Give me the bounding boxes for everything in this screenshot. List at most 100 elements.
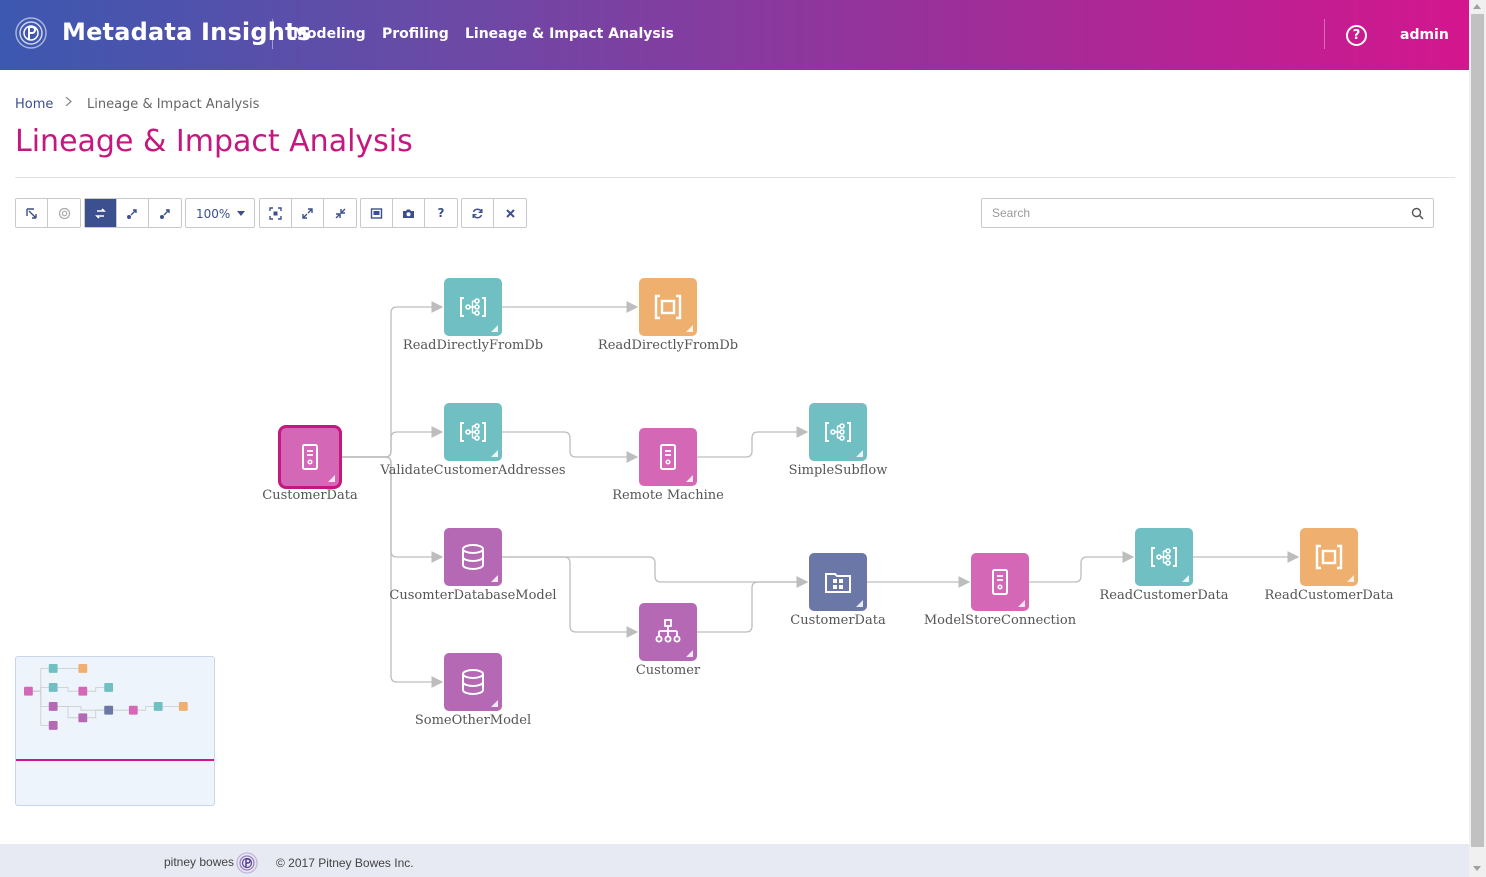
refresh-icon	[472, 208, 483, 218]
screenshot-button[interactable]	[393, 199, 425, 227]
lineage-button[interactable]	[117, 199, 149, 227]
nav-profiling[interactable]: Profiling	[382, 26, 449, 42]
zoom-level-value: 100%	[196, 207, 231, 221]
expand-icon	[302, 207, 313, 219]
search-input[interactable]	[982, 199, 1402, 227]
expand-corner-icon[interactable]	[686, 475, 693, 482]
vertical-scrollbar[interactable]	[1469, 0, 1486, 877]
edge-cusomter-db-model-to-customerdata-phys	[502, 556, 809, 588]
node-label: ReadDirectlyFromDb	[402, 338, 544, 353]
folder-grid-icon	[825, 573, 851, 593]
breadcrumb-home[interactable]: Home	[15, 97, 53, 112]
nav-lineage-impact-analysis[interactable]: Lineage & Impact Analysis	[465, 26, 674, 42]
expand-corner-icon[interactable]	[1347, 575, 1354, 582]
node-customer-model[interactable]	[639, 603, 697, 661]
node-label: Remote Machine	[612, 488, 724, 503]
search-icon[interactable]	[1411, 207, 1424, 220]
bidirectional-arrows-icon	[95, 207, 106, 219]
node-simple-subflow[interactable]	[809, 403, 867, 461]
expand-corner-icon[interactable]	[1018, 600, 1025, 607]
expand-corner-icon[interactable]	[491, 325, 498, 332]
node-label: ReadDirectlyFromDb	[597, 338, 739, 353]
lineage-impact-toggle-button[interactable]	[85, 199, 117, 227]
collapse-all-button[interactable]	[324, 199, 356, 227]
minimap-edge	[137, 706, 154, 711]
expand-corner-icon[interactable]	[856, 600, 863, 607]
footer-copyright: © 2017 Pitney Bowes Inc.	[276, 856, 414, 870]
expand-corner-icon[interactable]	[491, 700, 498, 707]
help-icon[interactable]: ?	[1346, 25, 1367, 46]
node-label: Customer	[635, 663, 701, 678]
scroll-thumb[interactable]	[1471, 14, 1484, 847]
minimap-edge	[57, 706, 105, 711]
dataflow-icon	[1151, 547, 1177, 567]
node-customerdata-phys[interactable]	[809, 553, 867, 611]
minimap-viewport-indicator[interactable]	[16, 759, 214, 761]
scroll-down-arrow-icon[interactable]	[1473, 866, 1481, 871]
toolbar-select-group	[15, 198, 81, 228]
refresh-button[interactable]	[462, 199, 494, 227]
expand-corner-icon[interactable]	[686, 325, 693, 332]
question-mark-icon: ?	[437, 206, 445, 220]
target-icon	[58, 207, 70, 219]
node-cusomter-db-model[interactable]	[444, 528, 502, 586]
node-validate-flow[interactable]	[444, 403, 502, 461]
lineage-graph-canvas[interactable]: CustomerData ReadDirectlyFromDb ReadDirect…	[0, 240, 1469, 840]
server-icon	[992, 569, 1008, 595]
nav-modeling[interactable]: Modeling	[293, 26, 366, 42]
app-title[interactable]: Metadata Insights	[62, 18, 311, 46]
expand-all-button[interactable]	[292, 199, 324, 227]
app-logo-icon[interactable]	[15, 17, 47, 49]
expand-corner-icon[interactable]	[1182, 575, 1189, 582]
node-readdirect-stage[interactable]	[639, 278, 697, 336]
node-readcustomer-stage[interactable]	[1300, 528, 1358, 586]
focus-tool-button[interactable]	[48, 199, 80, 227]
page-title: Lineage & Impact Analysis	[15, 124, 413, 159]
node-readdirect-flow[interactable]	[444, 278, 502, 336]
stage-icon	[1315, 544, 1343, 570]
clear-button[interactable]	[494, 199, 526, 227]
fit-to-screen-button[interactable]	[260, 199, 292, 227]
select-tool-button[interactable]	[16, 199, 48, 227]
minimap-node	[104, 683, 114, 692]
close-icon	[505, 208, 515, 218]
minimap-node	[128, 705, 138, 715]
expand-corner-icon[interactable]	[328, 475, 335, 482]
expand-corner-icon[interactable]	[856, 450, 863, 457]
node-label: ValidateCustomerAddresses	[380, 463, 566, 478]
header-divider-right	[1324, 19, 1325, 49]
node-remote-machine[interactable]	[639, 428, 697, 486]
node-readcustomer-flow[interactable]	[1135, 528, 1193, 586]
expand-corner-icon[interactable]	[686, 650, 693, 657]
expand-corner-icon[interactable]	[491, 575, 498, 582]
expand-corner-icon[interactable]	[491, 450, 498, 457]
dataflow-icon	[825, 422, 851, 442]
toggle-minimap-button[interactable]	[361, 199, 393, 227]
page-footer: pitney bowes © 2017 Pitney Bowes Inc.	[0, 844, 1469, 877]
node-label: CusomterDatabaseModel	[389, 588, 557, 603]
minimap-edge	[32, 687, 49, 692]
dataflow-icon	[460, 422, 486, 442]
node-label: SomeOtherModel	[414, 713, 532, 728]
toolbar-view-group	[259, 198, 357, 228]
node-customerdata-src[interactable]	[281, 428, 339, 486]
node-someother-model[interactable]	[444, 653, 502, 711]
collapse-icon	[335, 208, 345, 218]
scroll-up-arrow-icon[interactable]	[1473, 4, 1481, 9]
legend-help-button[interactable]: ?	[425, 199, 457, 227]
user-menu[interactable]: admin	[1400, 27, 1449, 43]
header-divider	[272, 19, 273, 49]
zoom-level-select[interactable]: 100%	[185, 198, 255, 228]
minimap-node	[48, 702, 58, 711]
dataflow-icon	[460, 297, 486, 317]
minimap-node	[104, 705, 114, 715]
minimap-node	[178, 702, 188, 711]
minimap-edge	[87, 687, 105, 692]
impact-button[interactable]	[149, 199, 181, 227]
graph-minimap[interactable]	[15, 656, 215, 806]
pointer-select-icon	[26, 207, 37, 219]
node-modelstore-conn[interactable]	[971, 553, 1029, 611]
top-navigation-bar: Metadata Insights Modeling Profiling Lin…	[0, 0, 1469, 70]
minimap-node	[24, 686, 33, 696]
minimap-icon	[370, 207, 383, 219]
